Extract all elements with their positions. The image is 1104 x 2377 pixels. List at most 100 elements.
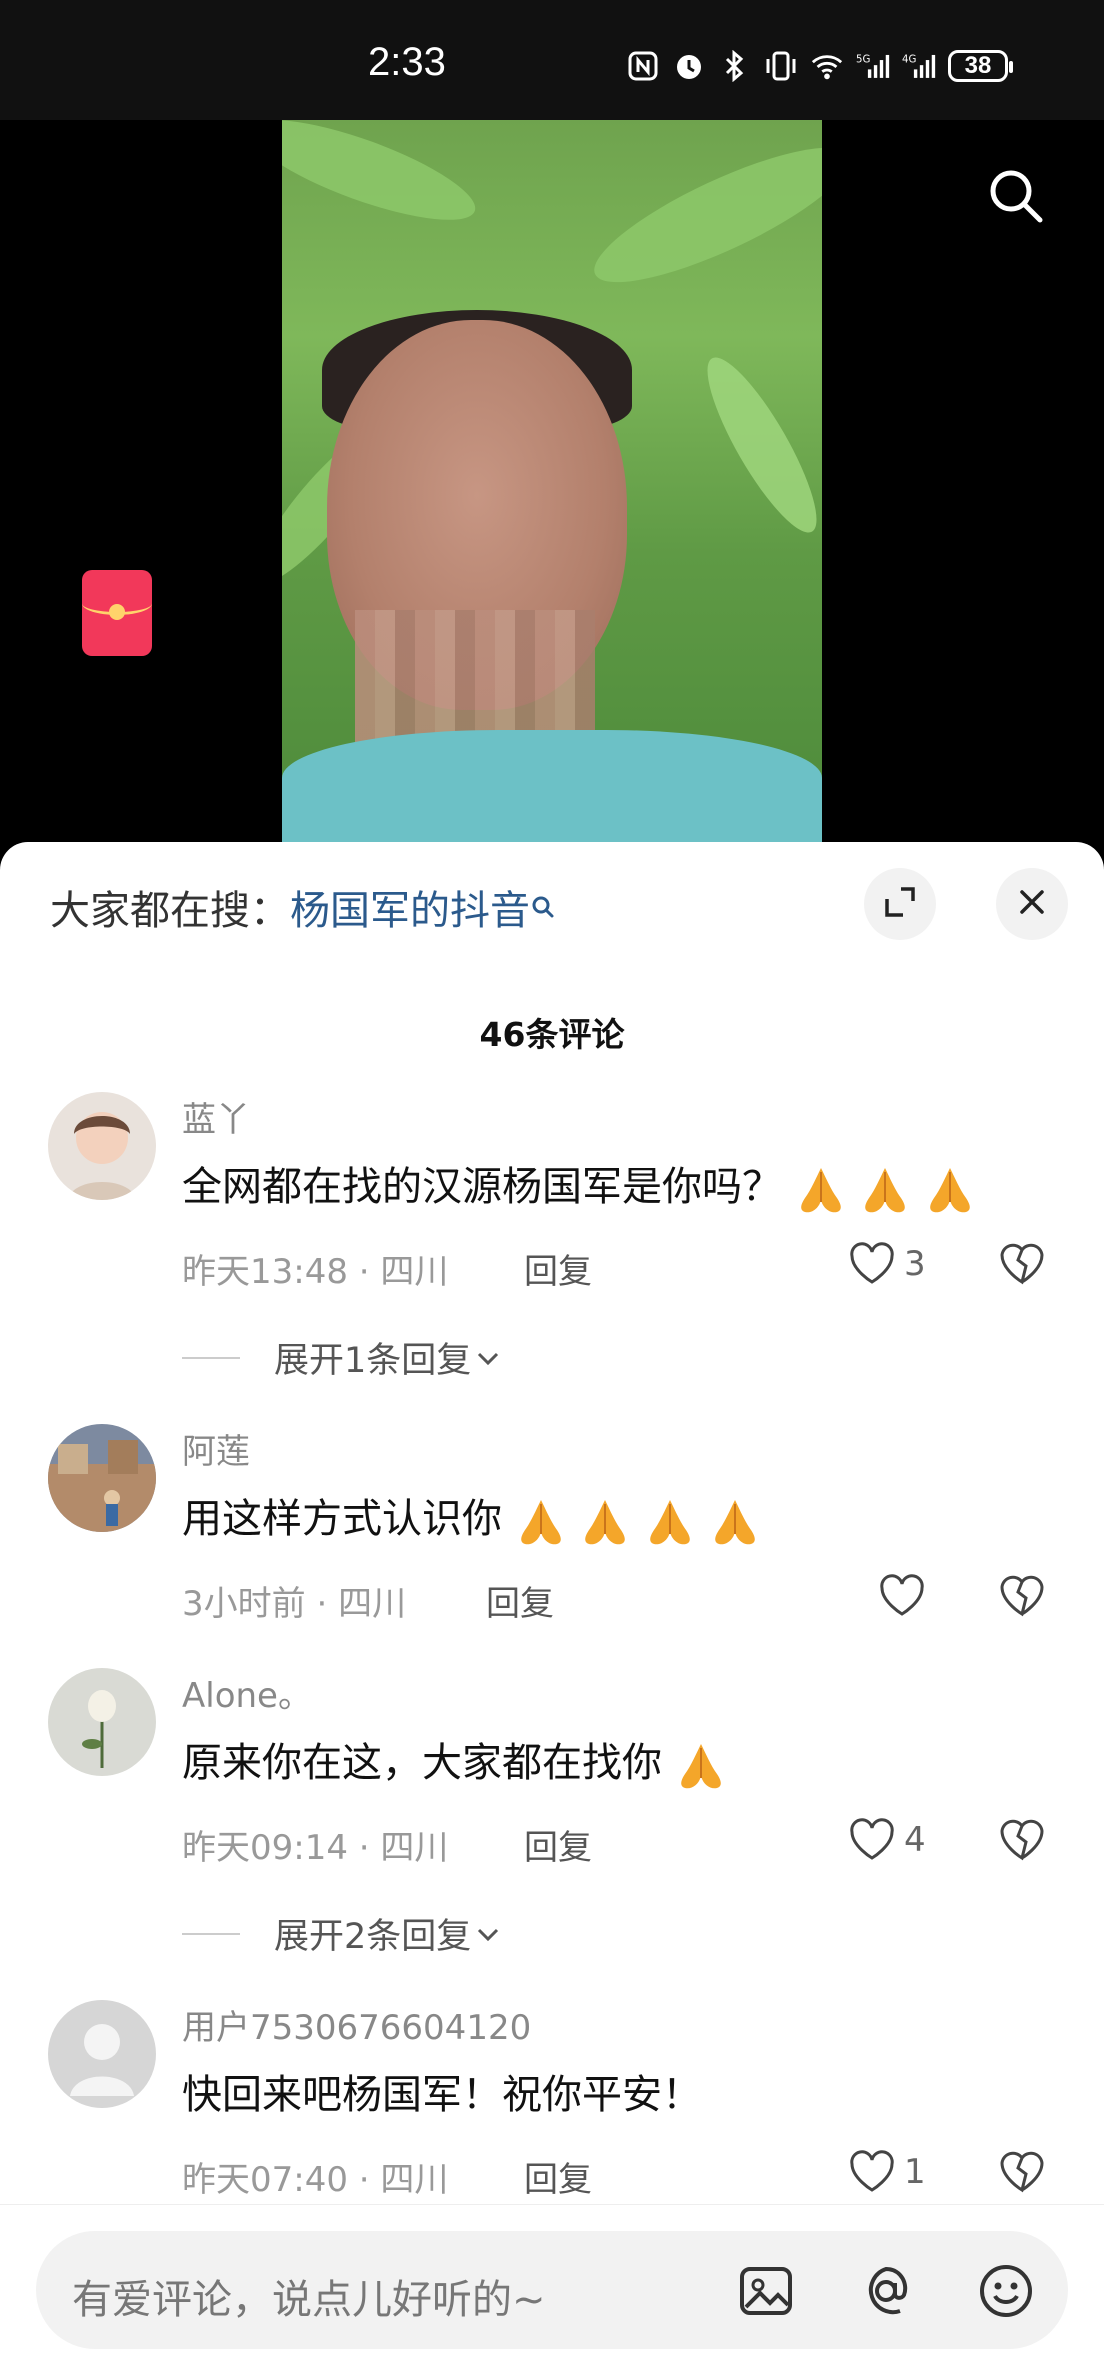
- comment-location: 四川: [380, 1828, 449, 1868]
- emoji-icon[interactable]: [976, 2261, 1036, 2321]
- expand-icon: [883, 885, 917, 923]
- chevron-down-icon: [478, 1928, 499, 1941]
- wifi-icon: [810, 49, 844, 83]
- vibrate-icon: [764, 49, 798, 83]
- corn-leaf: [282, 120, 486, 240]
- pray-emoji-icon: [715, 1500, 755, 1545]
- pray-emoji-icon: [930, 1168, 970, 1213]
- comment-item: Alone。 原来你在这，大家都在找你 昨天09:14 · 四川 回复 4 展开…: [0, 1668, 1104, 1998]
- status-time: 2:33: [368, 40, 446, 84]
- pray-emoji-icon: [680, 1744, 721, 1789]
- comment-username[interactable]: 用户7530676604120: [182, 2000, 531, 2049]
- comment-time: 昨天07:40: [182, 2160, 348, 2200]
- expand-sheet-button[interactable]: [864, 868, 936, 940]
- at-icon[interactable]: [856, 2261, 916, 2321]
- heart-icon: [850, 1818, 894, 1860]
- like-button[interactable]: 1: [848, 2146, 926, 2198]
- comment-body: 原来你在这，大家都在找你: [182, 1740, 662, 1786]
- signal-4g-icon: 4G: [902, 49, 936, 83]
- divider-line: [182, 1356, 240, 1359]
- video-player[interactable]: [0, 120, 1104, 842]
- reply-button[interactable]: 回复: [524, 2152, 592, 2201]
- comment-location: 四川: [380, 1252, 449, 1292]
- comment-sheet: 大家都在搜：杨国军的抖音 46条评论 蓝丫 全网都在找的汉源杨国军是你吗？ 昨天…: [0, 842, 1104, 2376]
- comment-count: 46条评论: [479, 1015, 625, 1054]
- comment-item: 阿莲 用这样方式认识你 3小时前 · 四川 回复: [0, 1424, 1104, 1644]
- divider-line: [182, 1932, 240, 1935]
- status-bar: 2:33 5G 4G 38: [0, 0, 1104, 120]
- like-count: 1: [904, 2152, 926, 2192]
- expand-replies-label: 展开2条回复: [274, 1917, 472, 1957]
- comment-username[interactable]: 阿莲: [182, 1424, 250, 1473]
- avatar[interactable]: [48, 1092, 156, 1200]
- search-icon[interactable]: [984, 164, 1048, 228]
- dislike-button[interactable]: [996, 1238, 1048, 1290]
- comment-meta: 昨天13:48 · 四川: [182, 1252, 449, 1292]
- expand-replies[interactable]: 展开2条回复: [182, 1908, 505, 1959]
- like-count: 4: [904, 1820, 926, 1860]
- comment-location: 四川: [380, 2160, 449, 2200]
- dislike-button[interactable]: [996, 1814, 1048, 1866]
- comment-time: 3小时前: [182, 1584, 306, 1624]
- search-hint-keyword[interactable]: 杨国军的抖音: [290, 888, 530, 934]
- comment-input[interactable]: 有爱评论，说点儿好听的~: [36, 2231, 1068, 2349]
- broken-heart-icon: [1000, 1819, 1044, 1861]
- like-button[interactable]: [878, 1570, 926, 1622]
- broken-heart-icon: [1000, 1575, 1044, 1617]
- close-icon: [1017, 887, 1047, 921]
- reply-button[interactable]: 回复: [524, 1244, 592, 1293]
- close-button[interactable]: [996, 868, 1068, 940]
- pray-emoji-row: [795, 1164, 976, 1213]
- image-icon[interactable]: [736, 2261, 796, 2321]
- expand-replies-label: 展开1条回复: [274, 1341, 472, 1381]
- comment-text: 快回来吧杨国军！祝你平安！: [182, 2062, 702, 2120]
- like-button[interactable]: 3: [848, 1238, 926, 1290]
- comment-body: 全网都在找的汉源杨国军是你吗？: [182, 1164, 782, 1210]
- like-count: 3: [904, 1244, 926, 1284]
- avatar[interactable]: [48, 2000, 156, 2108]
- avatar[interactable]: [48, 1668, 156, 1776]
- corn-leaf: [690, 345, 822, 545]
- chevron-down-icon: [478, 1352, 499, 1365]
- battery-indicator: 38: [948, 50, 1013, 82]
- comment-location: 四川: [338, 1584, 407, 1624]
- heart-icon: [850, 1242, 894, 1284]
- comment-text: 原来你在这，大家都在找你: [182, 1730, 727, 1790]
- comment-input-bar: 有爱评论，说点儿好听的~: [0, 2204, 1104, 2377]
- dislike-button[interactable]: [996, 1570, 1048, 1622]
- search-suggestion[interactable]: 大家都在搜：杨国军的抖音: [50, 878, 556, 936]
- expand-replies[interactable]: 展开1条回复: [182, 1332, 505, 1383]
- comment-body: 用这样方式认识你: [182, 1496, 502, 1542]
- red-packet-icon[interactable]: [82, 570, 152, 656]
- comment-username[interactable]: 蓝丫: [182, 1092, 250, 1141]
- comment-body: 快回来吧杨国军！祝你平安！: [182, 2072, 702, 2118]
- comment-input-placeholder: 有爱评论，说点儿好听的~: [72, 2277, 546, 2323]
- reply-button[interactable]: 回复: [524, 1820, 592, 1869]
- heart-icon: [850, 2150, 894, 2192]
- search-hint-label: 大家都在搜：: [50, 888, 290, 934]
- shirt: [282, 730, 822, 842]
- comment-time: 昨天13:48: [182, 1252, 348, 1292]
- comment-meta: 3小时前 · 四川: [182, 1584, 407, 1624]
- corn-leaf: [580, 124, 822, 306]
- broken-heart-icon: [1000, 1243, 1044, 1285]
- reply-button[interactable]: 回复: [486, 1576, 554, 1625]
- video-frame[interactable]: [282, 120, 822, 842]
- pray-emoji-icon: [650, 1500, 690, 1545]
- bluetooth-icon: [718, 49, 752, 83]
- comment-meta: 昨天07:40 · 四川: [182, 2160, 449, 2200]
- pray-emoji-icon: [800, 1168, 841, 1213]
- nfc-icon: [626, 49, 660, 83]
- comment-text: 全网都在找的汉源杨国军是你吗？: [182, 1154, 976, 1214]
- comment-item: 用户7530676604120 快回来吧杨国军！祝你平安！ 昨天07:40 · …: [0, 2000, 1104, 2220]
- comment-text: 用这样方式认识你: [182, 1486, 761, 1546]
- comment-username[interactable]: Alone。: [182, 1668, 312, 1717]
- dislike-button[interactable]: [996, 2146, 1048, 2198]
- signal-5g-icon: 5G: [856, 49, 890, 83]
- comment-item: 蓝丫 全网都在找的汉源杨国军是你吗？ 昨天13:48 · 四川 回复 3 展开1…: [0, 1092, 1104, 1422]
- avatar[interactable]: [48, 1424, 156, 1532]
- pray-emoji-icon: [520, 1500, 561, 1545]
- like-button[interactable]: 4: [848, 1814, 926, 1866]
- search-small-icon: [530, 888, 556, 934]
- pray-emoji-icon: [585, 1500, 626, 1545]
